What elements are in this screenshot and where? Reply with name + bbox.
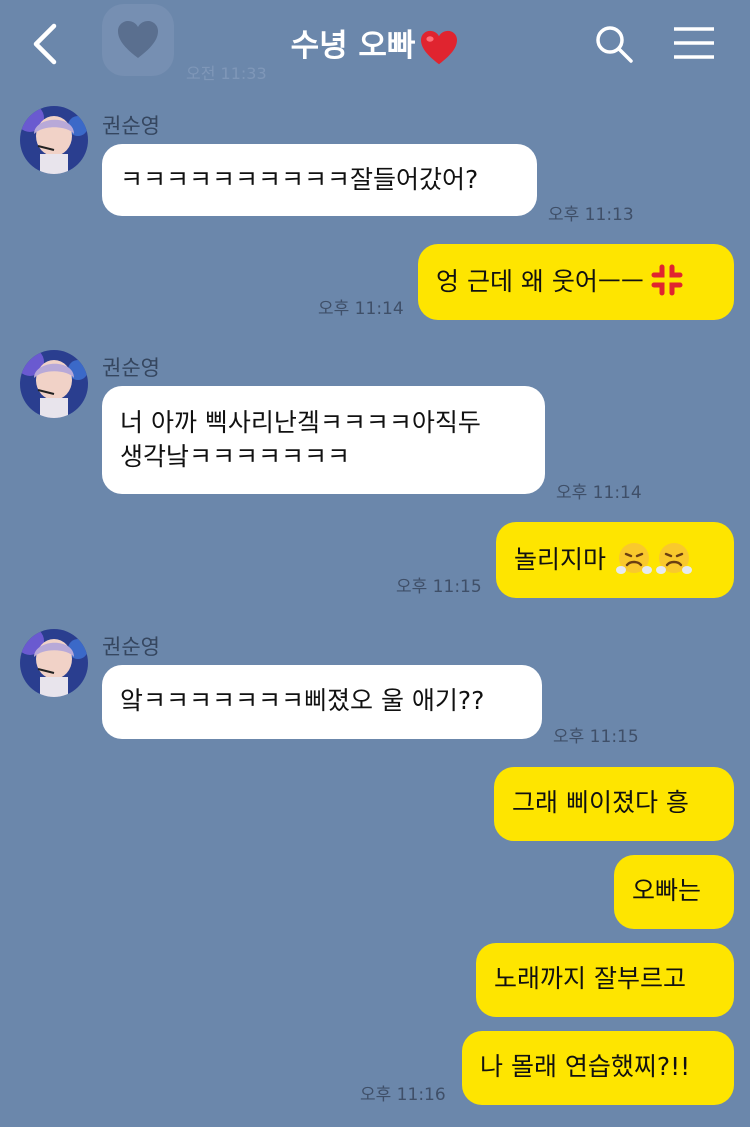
sender-name: 권순영 [102,114,160,138]
profile-photo [20,629,88,697]
outgoing-message-bubble[interactable]: 놀리지마 [496,522,734,598]
message-time: 오후 11:13 [548,205,634,225]
message-text: 놀리지마 [514,545,607,574]
steam-face-emoji [616,543,653,574]
steam-face-emoji [656,543,693,574]
sender-name: 권순영 [102,635,160,659]
outgoing-message-bubble[interactable]: 나 몰래 연습했찌?!! [462,1031,734,1105]
sender-avatar[interactable] [20,629,88,697]
message-time: 오후 11:16 [360,1085,446,1105]
profile-photo [20,106,88,174]
message-time: 오후 11:14 [556,483,642,503]
incoming-message-bubble[interactable]: 너 아까 삑사리난겤ㅋㅋㅋㅋ아직두생각낰ㅋㅋㅋㅋㅋㅋㅋ [102,386,545,494]
message-text: 엉 근데 왜 웃어ㅡㅡ [436,267,644,296]
message-time: 오후 11:15 [396,577,482,597]
anger-symbol-emoji [651,264,683,296]
red-heart-icon [421,30,458,64]
message-line: 생각낰ㅋㅋㅋㅋㅋㅋㅋ [120,442,351,471]
sender-avatar[interactable] [20,350,88,418]
sender-name: 권순영 [102,356,160,380]
message-time: 오후 11:14 [318,299,404,319]
message-time: 오후 11:15 [553,727,639,747]
menu-icon[interactable] [674,26,714,60]
incoming-message-bubble[interactable]: ㅋㅋㅋㅋㅋㅋㅋㅋㅋㅋ잘들어갔어? [102,144,537,216]
outgoing-message-bubble[interactable]: 그래 삐이졌다 흥 [494,767,734,841]
incoming-message-bubble[interactable]: 앜ㅋㅋㅋㅋㅋㅋㅋ삐졌오 울 애기?? [102,665,542,739]
chat-title-text: 수녕 오빠 [290,28,416,64]
outgoing-message-bubble[interactable]: 엉 근데 왜 웃어ㅡㅡ [418,244,734,320]
outgoing-message-bubble[interactable]: 노래까지 잘부르고 [476,943,734,1017]
chat-header: 오전 11:33 수녕 오빠 [0,0,750,88]
profile-photo [20,350,88,418]
message-line: 너 아까 삑사리난겤ㅋㅋㅋㅋ아직두 [120,408,481,437]
search-icon[interactable] [594,24,634,64]
sender-avatar[interactable] [20,106,88,174]
outgoing-message-bubble[interactable]: 오빠는 [614,855,734,929]
chat-title: 수녕 오빠 [0,20,750,66]
